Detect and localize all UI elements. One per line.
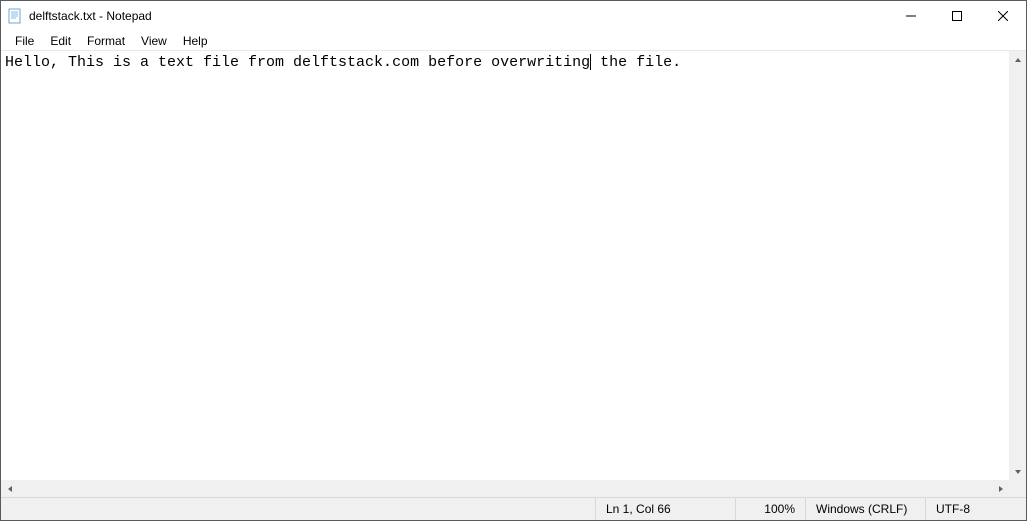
maximize-button[interactable]	[934, 1, 980, 31]
text-editor[interactable]: Hello, This is a text file from delftsta…	[1, 51, 1026, 497]
content-area: Hello, This is a text file from delftsta…	[1, 51, 1026, 497]
scroll-right-arrow-icon[interactable]	[992, 480, 1009, 497]
menu-file[interactable]: File	[7, 32, 42, 50]
horizontal-scrollbar[interactable]	[1, 480, 1009, 497]
text-content[interactable]: Hello, This is a text file from delftsta…	[1, 51, 1026, 75]
text-before-caret: Hello, This is a text file from delftsta…	[5, 54, 590, 71]
notepad-window: delftstack.txt - Notepad File	[0, 0, 1027, 521]
title-left: delftstack.txt - Notepad	[7, 8, 152, 24]
status-zoom: 100%	[736, 498, 806, 520]
text-after-caret: the file.	[591, 54, 681, 71]
status-encoding: UTF-8	[926, 498, 1026, 520]
minimize-icon	[906, 11, 916, 21]
minimize-button[interactable]	[888, 1, 934, 31]
status-line-ending: Windows (CRLF)	[806, 498, 926, 520]
status-cursor-position: Ln 1, Col 66	[596, 498, 736, 520]
menu-view[interactable]: View	[133, 32, 175, 50]
vertical-scrollbar[interactable]	[1009, 51, 1026, 480]
status-bar: Ln 1, Col 66 100% Windows (CRLF) UTF-8	[1, 497, 1026, 520]
menu-edit[interactable]: Edit	[42, 32, 79, 50]
notepad-icon	[7, 8, 23, 24]
window-controls	[888, 1, 1026, 31]
close-icon	[998, 11, 1008, 21]
scroll-corner	[1009, 480, 1026, 497]
maximize-icon	[952, 11, 962, 21]
scroll-left-arrow-icon[interactable]	[1, 480, 18, 497]
title-bar[interactable]: delftstack.txt - Notepad	[1, 1, 1026, 31]
close-button[interactable]	[980, 1, 1026, 31]
scroll-down-arrow-icon[interactable]	[1009, 463, 1026, 480]
menu-help[interactable]: Help	[175, 32, 216, 50]
menu-format[interactable]: Format	[79, 32, 133, 50]
menu-bar: File Edit Format View Help	[1, 31, 1026, 51]
scroll-up-arrow-icon[interactable]	[1009, 51, 1026, 68]
window-title: delftstack.txt - Notepad	[29, 9, 152, 23]
status-spacer	[1, 498, 596, 520]
